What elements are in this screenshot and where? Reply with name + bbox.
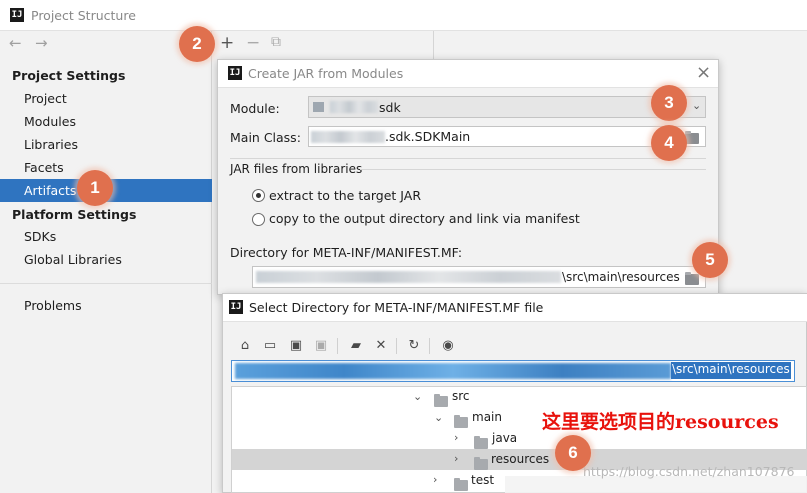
annotation-note: 这里要选项目的resources <box>542 411 779 433</box>
folder-icon <box>434 393 448 408</box>
sidebar-item-facets[interactable]: Facets <box>24 160 64 175</box>
path-value: \src\main\resources <box>671 362 791 379</box>
chevron-down-icon[interactable]: ⌄ <box>692 99 701 112</box>
desktop-icon[interactable]: ▭ <box>262 337 278 353</box>
main-class-value-blurred <box>311 131 385 143</box>
folder-browse-icon[interactable] <box>685 130 699 145</box>
remove-artifact-icon[interactable]: − <box>246 33 260 53</box>
badge-1: 1 <box>77 170 113 206</box>
sidebar-item-problems[interactable]: Problems <box>24 298 82 313</box>
folder-icon <box>454 414 468 429</box>
main-class-value: .sdk.SDKMain <box>385 129 471 144</box>
jar-dialog-title: Create JAR from Modules <box>248 66 404 81</box>
badge-4: 4 <box>651 125 687 161</box>
sidebar-divider <box>0 283 212 284</box>
tree-item-main[interactable]: main <box>472 410 502 424</box>
directory-label: Directory for META-INF/MANIFEST.MF: <box>230 245 463 260</box>
add-artifact-icon[interactable]: + <box>220 33 234 53</box>
tree-item-resources[interactable]: resources <box>491 452 549 466</box>
home-icon[interactable]: ⌂ <box>237 337 253 353</box>
tree-item-test[interactable]: test <box>471 473 494 487</box>
module-value-blurred <box>330 101 378 113</box>
forward-arrow-icon[interactable]: → <box>35 34 48 52</box>
radio-extract[interactable] <box>252 189 265 202</box>
new-folder-icon[interactable]: ▰ <box>348 337 364 353</box>
module-folder-icon[interactable]: ▣ <box>313 337 329 353</box>
jar-files-section-label: JAR files from libraries <box>230 162 363 176</box>
chevron-down-icon[interactable]: ⌄ <box>413 390 422 403</box>
intellij-logo-icon: IJ <box>10 8 24 22</box>
close-icon[interactable]: × <box>696 62 711 83</box>
copy-artifact-icon[interactable]: ⧉ <box>271 34 281 50</box>
panel-divider <box>433 31 434 61</box>
show-hidden-icon[interactable]: ◉ <box>440 337 456 353</box>
badge-3: 3 <box>651 85 687 121</box>
badge-5: 5 <box>692 242 728 278</box>
module-icon <box>313 102 324 112</box>
module-value: sdk <box>379 100 401 115</box>
sidebar-item-artifacts[interactable]: Artifacts <box>24 183 76 198</box>
select-dialog-title: Select Directory for META-INF/MANIFEST.M… <box>249 300 544 315</box>
intellij-logo-icon: IJ <box>229 300 243 314</box>
project-settings-header: Project Settings <box>12 68 126 83</box>
sidebar-item-project[interactable]: Project <box>24 91 67 106</box>
create-jar-dialog: IJ Create JAR from Modules × Module: sdk… <box>217 59 719 295</box>
intellij-logo-icon: IJ <box>228 66 242 80</box>
watermark: https://blog.csdn.net/zhan107876 <box>583 464 795 479</box>
chevron-right-icon[interactable]: › <box>433 473 437 486</box>
directory-value: \src\main\resources <box>562 270 680 284</box>
toolbar-separator <box>337 338 338 354</box>
badge-6: 6 <box>555 435 591 471</box>
section-divider <box>230 158 706 159</box>
sidebar-item-sdks[interactable]: SDKs <box>24 229 56 244</box>
toolbar-separator <box>396 338 397 354</box>
delete-icon[interactable]: ✕ <box>373 337 389 353</box>
sidebar-item-modules[interactable]: Modules <box>24 114 76 129</box>
sidebar-item-global-libraries[interactable]: Global Libraries <box>24 252 122 267</box>
folder-icon <box>474 435 488 450</box>
tree-item-src[interactable]: src <box>452 389 470 403</box>
module-label: Module: <box>230 101 280 116</box>
radio-extract-label[interactable]: extract to the target JAR <box>269 188 421 203</box>
tree-item-java[interactable]: java <box>492 431 517 445</box>
path-value-blurred <box>235 363 671 379</box>
radio-copy-label[interactable]: copy to the output directory and link vi… <box>269 211 580 226</box>
main-class-label: Main Class: <box>230 130 301 145</box>
back-arrow-icon[interactable]: ← <box>9 34 22 52</box>
chevron-down-icon[interactable]: ⌄ <box>434 411 443 424</box>
platform-settings-header: Platform Settings <box>12 207 137 222</box>
radio-copy[interactable] <box>252 213 265 226</box>
chevron-right-icon[interactable]: › <box>454 431 458 444</box>
main-window-title: Project Structure <box>31 8 136 23</box>
section-divider <box>360 169 706 170</box>
main-title-bar: IJ Project Structure <box>0 0 807 31</box>
toolbar-separator <box>429 338 430 354</box>
badge-2: 2 <box>179 26 215 62</box>
refresh-icon[interactable]: ↻ <box>406 337 422 353</box>
artifacts-toolbar: + − ⧉ <box>213 31 433 59</box>
project-folder-icon[interactable]: ▣ <box>288 337 304 353</box>
chevron-right-icon[interactable]: › <box>454 452 458 465</box>
folder-icon <box>454 477 468 492</box>
directory-value-blurred <box>256 271 561 283</box>
sidebar-item-libraries[interactable]: Libraries <box>24 137 78 152</box>
folder-icon <box>474 456 488 471</box>
